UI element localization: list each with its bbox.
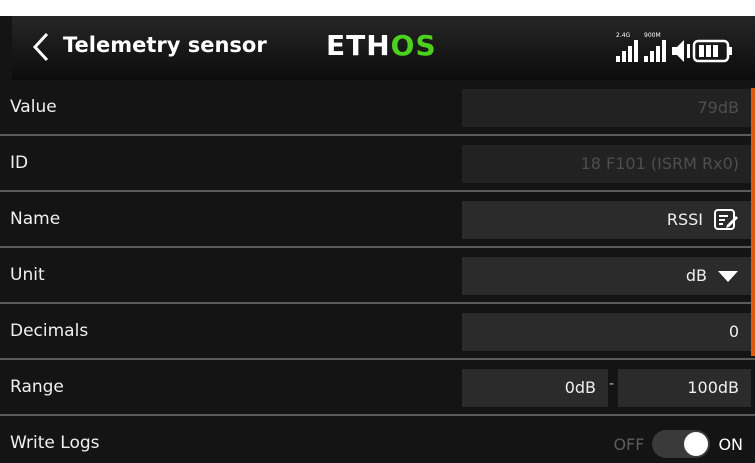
edit-icon	[714, 209, 738, 230]
range-label: Range	[10, 377, 64, 397]
row-value: Value 79dB	[0, 80, 755, 136]
toggle-knob	[684, 432, 709, 456]
row-range: Range 0dB - 100dB	[0, 360, 755, 416]
write-logs-label: Write Logs	[10, 433, 100, 453]
unit-select[interactable]: dB	[462, 257, 751, 295]
status-icons: 2.4G 900M	[614, 28, 742, 68]
signal-24g-icon: 2.4G	[616, 32, 638, 62]
row-id: ID 18 F101 (ISRM Rx0)	[0, 136, 755, 192]
unit-value: dB	[685, 266, 707, 285]
decimals-input[interactable]: 0	[462, 313, 751, 351]
name-label: Name	[10, 209, 61, 229]
row-write-logs: Write Logs OFF ON	[0, 416, 755, 463]
sensor-settings-list: Value 79dB ID 18 F101 (ISRM Rx0) Name RS…	[0, 80, 755, 463]
telemetry-sensor-screen: Telemetry sensor ETHOS 2.4G 900M Value 7…	[0, 16, 755, 463]
row-unit: Unit dB	[0, 248, 755, 304]
decimals-label: Decimals	[10, 321, 89, 341]
write-logs-toggle-group: OFF ON	[613, 425, 743, 463]
unit-label: Unit	[10, 265, 45, 285]
id-field: 18 F101 (ISRM Rx0)	[462, 145, 751, 183]
logo-text-main: ETH	[326, 29, 391, 62]
speaker-icon	[672, 40, 690, 62]
battery-icon	[692, 39, 732, 63]
name-value: RSSI	[666, 210, 703, 229]
row-name: Name RSSI	[0, 192, 755, 248]
id-label: ID	[10, 153, 29, 173]
top-bar: Telemetry sensor ETHOS 2.4G 900M	[12, 16, 755, 80]
row-decimals: Decimals 0	[0, 304, 755, 360]
ethos-logo: ETHOS	[326, 29, 437, 62]
dropdown-arrow-icon	[718, 271, 738, 282]
write-logs-toggle[interactable]	[652, 430, 711, 458]
toggle-on-label: ON	[718, 434, 743, 454]
scrollbar[interactable]	[751, 88, 755, 356]
back-button[interactable]	[26, 30, 56, 64]
range-max-input[interactable]: 100dB	[618, 369, 751, 407]
range-min-input[interactable]: 0dB	[462, 369, 608, 407]
value-field: 79dB	[462, 89, 751, 127]
name-input[interactable]: RSSI	[462, 201, 751, 239]
chevron-left-icon	[32, 32, 49, 62]
svg-text:900M: 900M	[644, 32, 661, 39]
range-separator: -	[609, 376, 615, 392]
value-label: Value	[10, 97, 57, 117]
logo-text-accent: OS	[390, 29, 437, 62]
signal-900m-icon: 900M	[644, 32, 666, 62]
svg-text:2.4G: 2.4G	[616, 32, 631, 39]
toggle-off-label: OFF	[613, 434, 645, 454]
page-title: Telemetry sensor	[63, 33, 267, 57]
